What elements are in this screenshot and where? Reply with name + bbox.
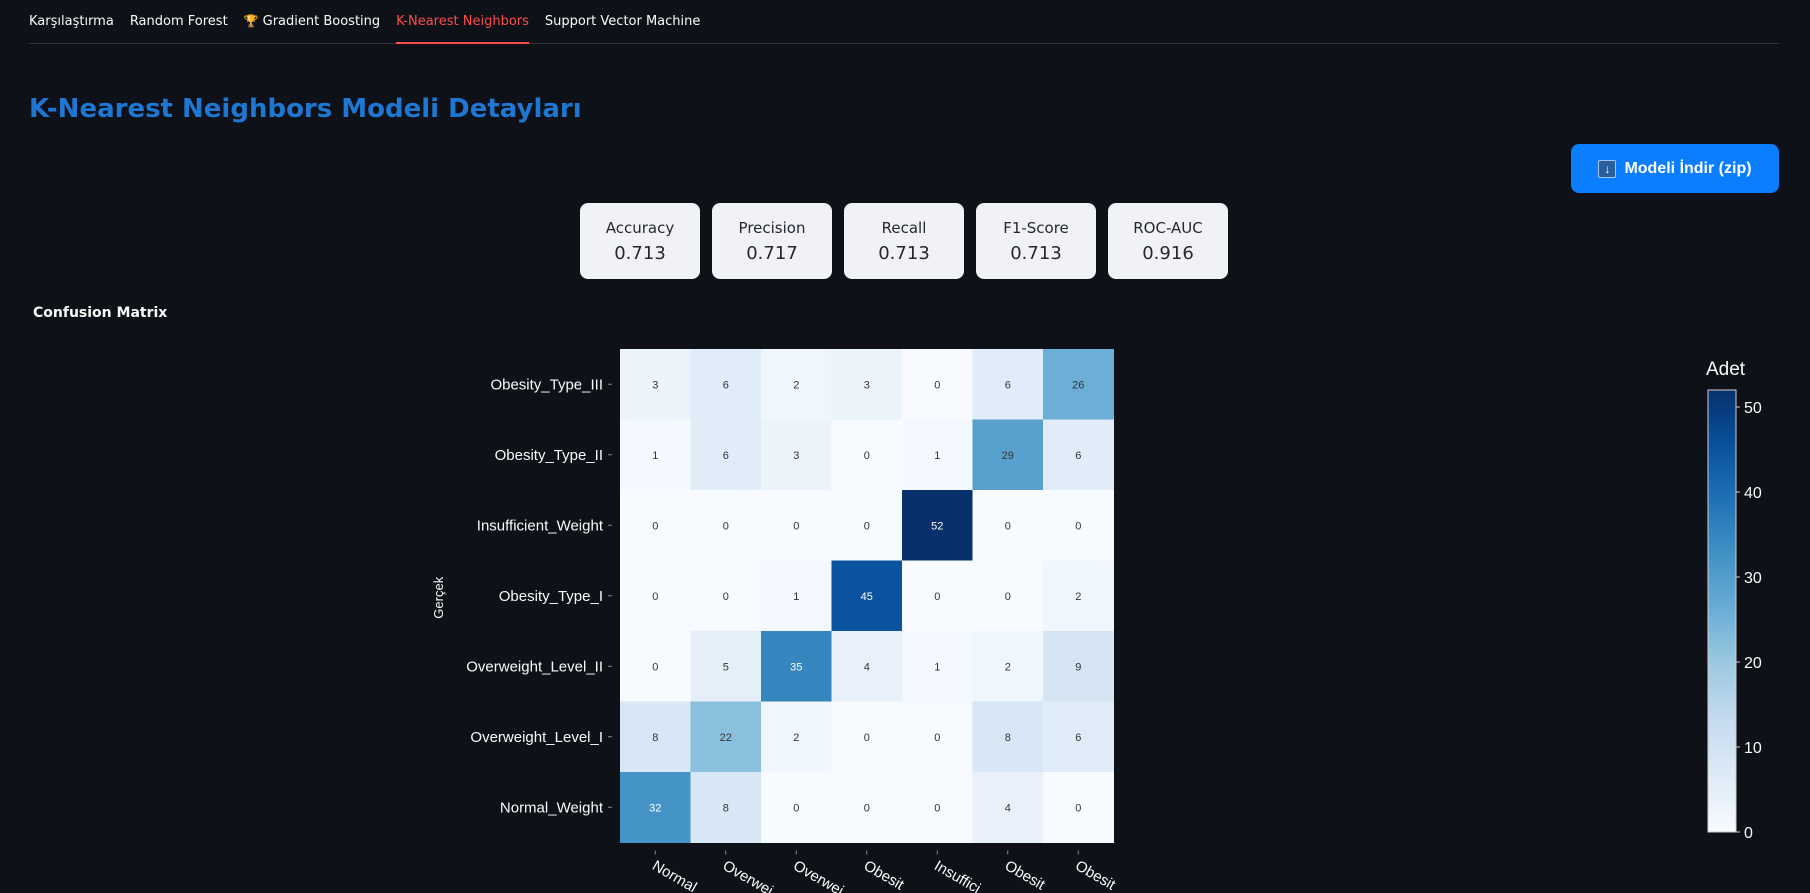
row-tick-label: Obesity_Type_III <box>490 376 603 393</box>
cell-value-label: 35 <box>790 661 802 673</box>
row-tick-label: Overweight_Level_I <box>470 729 603 746</box>
cell-value-label: 6 <box>723 379 729 391</box>
colorbar-tick-label: 10 <box>1744 740 1762 757</box>
cell-value-label: 0 <box>864 802 870 814</box>
colorbar-title: Adet <box>1706 359 1746 380</box>
cell-value-label: 6 <box>723 450 729 462</box>
colorbar-tick-label: 0 <box>1744 825 1753 842</box>
row-tick-label: Obesity_Type_I <box>499 588 603 605</box>
colorbar-tick-label: 50 <box>1744 400 1762 417</box>
colorbar-tick-label: 20 <box>1744 655 1762 672</box>
column-tick-label: Overwei <box>790 857 846 893</box>
cell-value-label: 6 <box>1075 732 1081 744</box>
cell-value-label: 0 <box>934 732 940 744</box>
cell-value-label: 8 <box>723 802 729 814</box>
y-axis-title: Gerçek <box>431 576 446 618</box>
cell-value-label: 0 <box>864 450 870 462</box>
row-tick-label: Normal_Weight <box>500 799 604 816</box>
cell-value-label: 32 <box>649 802 661 814</box>
cell-value-label: 2 <box>1075 591 1081 603</box>
cell-value-label: 4 <box>1005 802 1011 814</box>
cell-value-label: 52 <box>931 520 943 532</box>
column-tick-label: Obesit <box>861 857 908 893</box>
cell-value-label: 0 <box>723 591 729 603</box>
colorbar <box>1707 389 1737 833</box>
cell-value-label: 0 <box>652 661 658 673</box>
confusion-matrix-heatmap[interactable]: 3 6 2 3 0 6 261 6 3 0 1 29 60 0 0 0 52 0 00 0 1 45 0 0 20 5 35 4 1 2 9… <box>0 0 1810 893</box>
cell-value-label: 9 <box>1075 661 1081 673</box>
cell-value-label: 26 <box>1072 379 1084 391</box>
cell-value-label: 0 <box>1005 520 1011 532</box>
row-tick-label: Insufficient_Weight <box>477 517 604 534</box>
cell-value-label: 3 <box>864 379 870 391</box>
cell-value-label: 0 <box>864 520 870 532</box>
cell-value-label: 0 <box>864 732 870 744</box>
colorbar-tick-label: 40 <box>1744 485 1762 502</box>
cell-value-label: 8 <box>652 732 658 744</box>
cell-value-label: 2 <box>793 732 799 744</box>
cell-value-label: 22 <box>720 732 732 744</box>
cell-value-label: 1 <box>793 591 799 603</box>
column-tick-label: Obesit <box>1002 857 1049 893</box>
row-tick-label: Obesity_Type_II <box>495 447 603 464</box>
cell-value-label: 0 <box>652 520 658 532</box>
cell-value-label: 0 <box>793 520 799 532</box>
cell-value-label: 3 <box>793 450 799 462</box>
cell-value-label: 45 <box>861 591 873 603</box>
cell-value-label: 0 <box>934 379 940 391</box>
cell-value-label: 2 <box>1005 661 1011 673</box>
cell-value-label: 8 <box>1005 732 1011 744</box>
cell-value-label: 3 <box>652 379 658 391</box>
column-tick-label: Obesit <box>1072 857 1119 893</box>
page: Karşılaştırma Random Forest 🏆 Gradient Bo… <box>0 0 1810 893</box>
cell-value-label: 0 <box>652 591 658 603</box>
cell-value-label: 4 <box>864 661 870 673</box>
cell-value-label: 0 <box>934 591 940 603</box>
cell-value-label: 1 <box>934 450 940 462</box>
cell-value-label: 0 <box>723 520 729 532</box>
cell-value-label: 0 <box>1075 520 1081 532</box>
cell-value-label: 1 <box>934 661 940 673</box>
cell-value-label: 29 <box>1002 450 1014 462</box>
cell-value-label: 6 <box>1075 450 1081 462</box>
cell-value-label: 1 <box>652 450 658 462</box>
colorbar-tick-label: 30 <box>1744 570 1762 587</box>
cell-value-label: 2 <box>793 379 799 391</box>
cell-value-label: 0 <box>934 802 940 814</box>
column-tick-label: Insuffici <box>931 857 983 893</box>
cell-value-label: 0 <box>1005 591 1011 603</box>
row-tick-label: Overweight_Level_II <box>466 658 603 675</box>
cell-value-label: 6 <box>1005 379 1011 391</box>
column-tick-label: Overwei <box>720 857 776 893</box>
cell-value-label: 0 <box>793 802 799 814</box>
column-tick-label: Normal <box>649 857 699 893</box>
cell-value-label: 5 <box>723 661 729 673</box>
cell-value-label: 0 <box>1075 802 1081 814</box>
